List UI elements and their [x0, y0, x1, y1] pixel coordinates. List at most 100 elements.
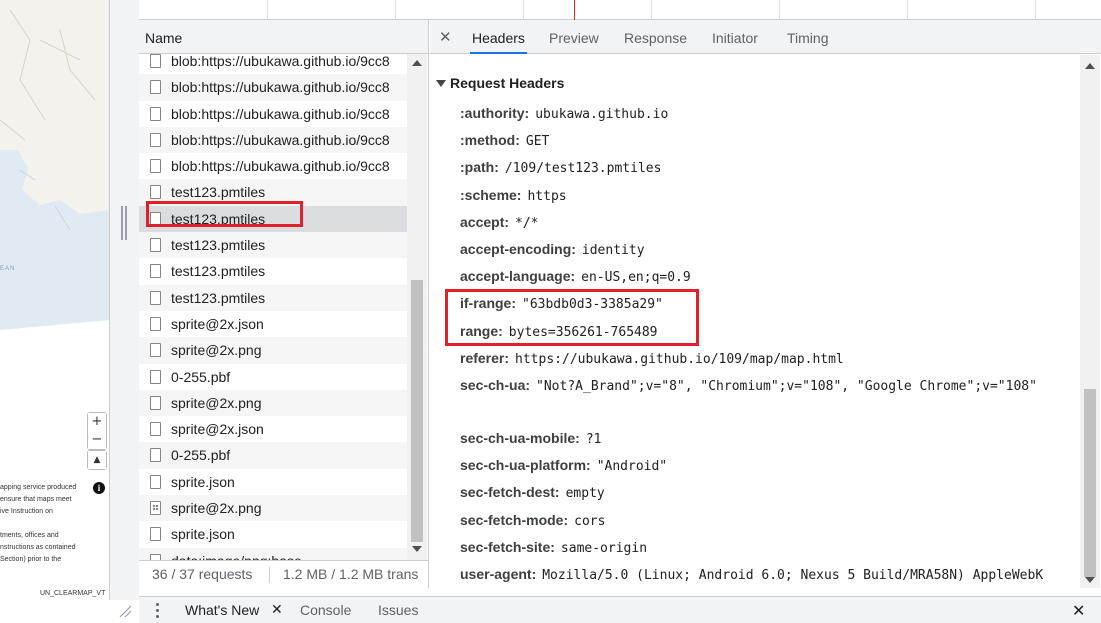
- drawer-tab-console[interactable]: Console: [300, 597, 351, 623]
- file-icon: [150, 159, 161, 174]
- tab-headers[interactable]: Headers: [470, 20, 527, 54]
- file-icon: [150, 422, 161, 437]
- close-drawer-icon[interactable]: ✕: [1072, 597, 1085, 623]
- scrollbar-thumb[interactable]: [411, 280, 423, 542]
- header-name: sec-ch-ua:: [460, 377, 531, 393]
- request-row[interactable]: sprite@2x.png: [139, 495, 407, 522]
- file-icon: [150, 343, 161, 358]
- request-name: sprite@2x.json: [171, 315, 264, 332]
- drawer-tab-whats-new[interactable]: What's New: [185, 597, 259, 623]
- header-name: :authority:: [460, 105, 530, 121]
- request-row[interactable]: 0-255.pbf: [139, 442, 407, 469]
- header-value: Mozilla/5.0 (Linux; Android 6.0; Nexus 5…: [542, 568, 1044, 583]
- header-name: :method:: [460, 132, 520, 149]
- section-title: Request Headers: [450, 75, 565, 91]
- request-row[interactable]: blob:https://ubukawa.github.io/9cc8: [139, 74, 407, 101]
- attribution-line: nstructions as contained: [0, 544, 76, 551]
- request-row[interactable]: sprite.json: [139, 521, 407, 547]
- header-value: empty: [565, 486, 605, 502]
- resize-grip-icon[interactable]: [118, 604, 132, 618]
- tab-preview[interactable]: Preview: [549, 20, 599, 54]
- scroll-down-icon[interactable]: [1085, 577, 1095, 583]
- request-row[interactable]: test123.pmtiles: [139, 284, 407, 311]
- attribution-line: Section) prior to the: [0, 556, 62, 563]
- request-list-scrollbar[interactable]: [407, 54, 427, 560]
- compass-icon[interactable]: ▲: [88, 451, 106, 469]
- request-row[interactable]: sprite.json: [139, 469, 407, 495]
- header-name: user-agent:: [460, 566, 537, 582]
- info-icon[interactable]: i: [93, 482, 105, 494]
- header-value: https: [527, 188, 567, 204]
- scroll-down-icon[interactable]: [412, 546, 422, 552]
- file-icon: [150, 54, 161, 68]
- request-row[interactable]: sprite@2x.json: [139, 416, 407, 442]
- timeline-gridline: [907, 0, 908, 20]
- close-icon[interactable]: ✕: [439, 20, 452, 54]
- header-row: user-agent: Mozilla/5.0 (Linux; Android 6…: [460, 562, 1080, 588]
- image-file-icon: [150, 501, 161, 516]
- header-row: sec-ch-ua-mobile: ?1: [460, 426, 1080, 452]
- request-count: 36 / 37 requests: [152, 566, 253, 582]
- map-panel[interactable]: EAN + − ▲ apping service produced ensure…: [0, 0, 110, 600]
- request-row[interactable]: blob:https://ubukawa.github.io/9cc8: [139, 101, 407, 127]
- header-row: sec-fetch-dest: empty: [460, 480, 1080, 506]
- tab-timing[interactable]: Timing: [787, 20, 829, 54]
- request-row[interactable]: data:image/png;base: [139, 547, 407, 560]
- bottom-drawer: What's New ✕ Console Issues ✕: [139, 596, 1101, 623]
- header-row: sec-fetch-mode: cors: [460, 508, 1080, 534]
- file-icon: [150, 527, 161, 542]
- more-options-icon[interactable]: [156, 603, 159, 618]
- header-row: :scheme: https: [460, 183, 1080, 209]
- header-value: "Android": [596, 459, 668, 475]
- zoom-in-button[interactable]: +: [88, 413, 106, 431]
- request-row[interactable]: test123.pmtiles: [139, 232, 407, 259]
- map-compass-control: ▲: [87, 450, 107, 470]
- request-headers-section[interactable]: Request Headers: [436, 75, 564, 91]
- request-row[interactable]: test123.pmtiles: [139, 258, 407, 284]
- timeline-gridline: [267, 0, 268, 20]
- request-name: blob:https://ubukawa.github.io/9cc8: [171, 53, 390, 69]
- header-name: sec-ch-ua-platform:: [460, 457, 591, 474]
- map-zoom-control: + −: [87, 412, 107, 450]
- expand-triangle-icon[interactable]: [436, 80, 446, 87]
- scroll-up-icon[interactable]: [412, 60, 422, 66]
- header-name: referer:: [460, 349, 510, 366]
- request-row[interactable]: blob:https://ubukawa.github.io/9cc8: [139, 126, 407, 154]
- file-icon: [150, 316, 161, 331]
- request-name: blob:https://ubukawa.github.io/9cc8: [171, 79, 390, 96]
- scroll-up-icon[interactable]: [1085, 63, 1095, 69]
- network-status-bar: 36 / 37 requests 1.2 MB / 1.2 MB trans: [139, 560, 429, 588]
- header-value: GET: [525, 134, 550, 150]
- request-row[interactable]: sprite@2x.png: [139, 389, 407, 417]
- header-value: /109/test123.pmtiles: [504, 161, 662, 177]
- drawer-tab-issues[interactable]: Issues: [378, 597, 418, 623]
- header-value: ?1: [585, 432, 602, 447]
- map-ocean-label: EAN: [0, 266, 16, 272]
- zoom-out-button[interactable]: −: [88, 431, 106, 449]
- header-row: sec-fetch-site: same-origin: [460, 535, 1080, 561]
- header-row: :method: GET: [460, 128, 1080, 154]
- request-row[interactable]: sprite@2x.png: [139, 337, 407, 364]
- tab-response[interactable]: Response: [624, 20, 687, 54]
- details-scrollbar[interactable]: [1080, 55, 1100, 588]
- request-row[interactable]: blob:https://ubukawa.github.io/9cc8: [139, 153, 407, 179]
- request-name: blob:https://ubukawa.github.io/9cc8: [171, 158, 390, 175]
- timeline-gridline: [651, 0, 652, 20]
- request-row[interactable]: sprite@2x.json: [139, 311, 407, 337]
- network-overview-timeline[interactable]: [139, 0, 1101, 20]
- header-value: ubukawa.github.io: [535, 107, 669, 122]
- header-value: same-origin: [560, 540, 648, 556]
- close-tab-icon[interactable]: ✕: [271, 597, 283, 623]
- file-icon: [150, 132, 161, 147]
- panel-splitter[interactable]: [110, 0, 139, 600]
- request-row[interactable]: blob:https://ubukawa.github.io/9cc8: [139, 48, 407, 74]
- request-name: test123.pmtiles: [171, 289, 266, 306]
- header-value: en-US,en;q=0.9: [581, 270, 691, 286]
- scrollbar-thumb[interactable]: [1084, 389, 1096, 577]
- request-row[interactable]: 0-255.pbf: [139, 364, 407, 390]
- request-name: test123.pmtiles: [171, 237, 266, 254]
- request-name: blob:https://ubukawa.github.io/9cc8: [171, 105, 390, 122]
- tab-initiator[interactable]: Initiator: [712, 20, 758, 54]
- request-name: 0-255.pbf: [171, 447, 231, 464]
- drag-handle-icon[interactable]: [121, 206, 127, 240]
